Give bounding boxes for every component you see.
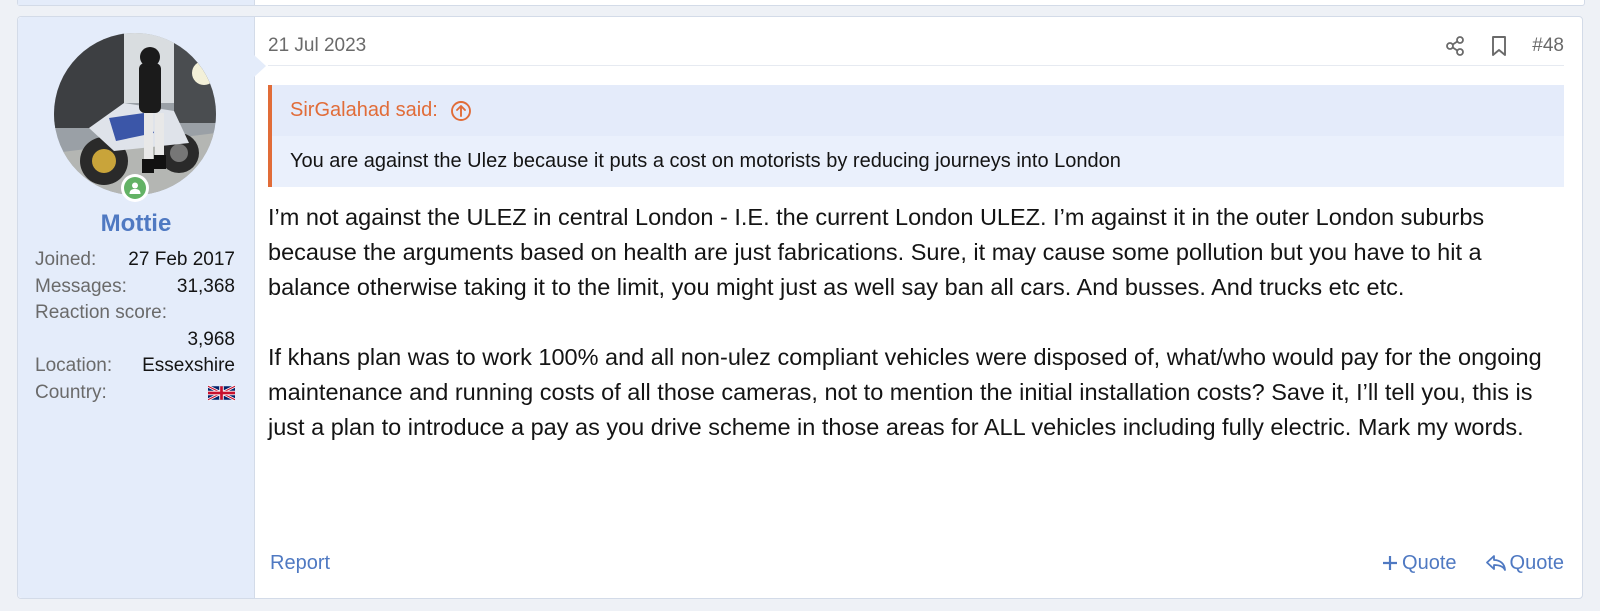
- share-icon[interactable]: [1442, 33, 1468, 59]
- message-paragraph: I’m not against the ULEZ in central Lond…: [268, 204, 1485, 300]
- online-status-badge: [121, 174, 149, 202]
- username[interactable]: Mottie: [18, 210, 254, 238]
- stat-value: 3,968: [187, 328, 235, 350]
- stat-joined: Joined: 27 Feb 2017: [35, 247, 235, 274]
- stat-label: Location:: [35, 355, 113, 376]
- stat-messages: Messages: 31,368: [35, 274, 235, 301]
- plus-icon: [1383, 556, 1398, 570]
- multiquote-label: Quote: [1402, 551, 1457, 574]
- forum-post: Mottie Joined: 27 Feb 2017 Messages: 31,…: [17, 16, 1583, 599]
- post-footer: Report Quote Quote: [268, 546, 1564, 580]
- bookmark-icon[interactable]: [1486, 33, 1512, 59]
- previous-post-edge: [17, 0, 1585, 6]
- avatar[interactable]: [54, 33, 216, 195]
- reply-quote-button[interactable]: Quote: [1485, 552, 1564, 575]
- stat-location: Location: Essexshire: [35, 353, 235, 380]
- post-number[interactable]: #48: [1532, 35, 1564, 57]
- post-footer-actions: Quote Quote: [1353, 552, 1564, 575]
- message-paragraph: If khans plan was to work 100% and all n…: [268, 344, 1542, 440]
- quoted-message: SirGalahad said: You are against the Ule…: [268, 85, 1564, 187]
- arrow-up-circle-icon[interactable]: [450, 100, 472, 122]
- stat-reaction-score: Reaction score: 3,968: [35, 300, 235, 353]
- stat-value[interactable]: 31,368: [177, 274, 235, 301]
- user-column-arrow: [254, 55, 266, 77]
- post-header: 21 Jul 2023 #48: [268, 31, 1564, 66]
- quote-text: You are against the Ulez because it puts…: [290, 150, 1121, 172]
- user-online-icon: [124, 177, 146, 199]
- post-date[interactable]: 21 Jul 2023: [268, 35, 366, 57]
- quote-header: SirGalahad said:: [272, 85, 1564, 136]
- stat-value: 27 Feb 2017: [128, 249, 235, 270]
- stat-label: Joined:: [35, 249, 97, 270]
- stat-label: Reaction score:: [35, 302, 168, 323]
- previous-post-user-column: [18, 0, 255, 5]
- reply-quote-label: Quote: [1509, 551, 1564, 574]
- multiquote-button[interactable]: Quote: [1381, 551, 1457, 575]
- post-main: 21 Jul 2023 #48 SirGalahad said: You are…: [268, 17, 1564, 598]
- reply-icon: [1485, 555, 1506, 571]
- user-stats: Joined: 27 Feb 2017 Messages: 31,368 Rea…: [35, 247, 236, 407]
- message-body: I’m not against the ULEZ in central Lond…: [268, 200, 1564, 445]
- stat-value[interactable]: Essexshire: [142, 353, 235, 380]
- stat-value: [207, 380, 236, 407]
- stat-label: Messages:: [35, 275, 127, 297]
- avatar-image: [54, 33, 216, 195]
- quote-author[interactable]: SirGalahad said:: [290, 99, 438, 122]
- post-header-actions: #48: [1424, 31, 1564, 61]
- user-info-column: Mottie Joined: 27 Feb 2017 Messages: 31,…: [18, 17, 266, 598]
- report-link[interactable]: Report: [270, 552, 330, 575]
- stat-label: Country:: [35, 381, 107, 403]
- uk-flag-icon: [207, 384, 236, 401]
- stat-country: Country:: [35, 380, 236, 407]
